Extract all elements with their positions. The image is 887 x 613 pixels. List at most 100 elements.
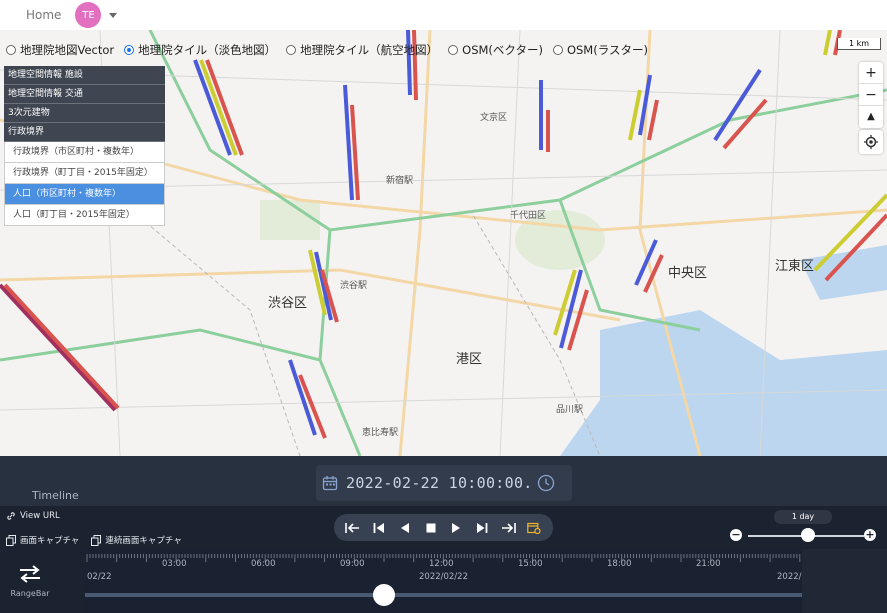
basemap-option-label: 地理院地図Vector [20,43,115,57]
label-minato: 港区 [456,352,483,367]
layer-panel: 地理空間情報 施設 地理空間情報 交通 3次元建物 行政境界 行政境界（市区町村… [4,66,165,226]
stop-button[interactable] [421,518,441,538]
layer-item-boundary-town[interactable]: 行政境界（町丁目・2015年固定） [4,163,165,184]
layer-group-admin-boundary[interactable]: 行政境界 [4,123,165,142]
park-area [260,200,320,240]
speed-decrease-button[interactable]: − [730,529,742,541]
tick-label: 18:00 [607,559,632,569]
swap-arrows-icon [20,564,40,583]
tick-label: 12:00 [429,559,454,569]
label-bunkyo: 文京区 [480,113,508,123]
basemap-option-0[interactable]: 地理院地図Vector [6,42,114,58]
radio-icon[interactable] [6,45,16,55]
date-label: 2022/ [777,572,802,582]
label-chuo: 中央区 [668,266,708,281]
bay-water [560,310,887,456]
play-icon [452,522,461,533]
label-koto: 江東区 [775,259,815,274]
jump-end-icon [502,522,516,533]
step-back-button[interactable] [369,518,389,538]
tick-label: 21:00 [696,559,721,569]
speed-slider-knob[interactable] [801,528,815,542]
step-back-icon [373,522,384,533]
clock-icon[interactable] [537,474,555,492]
basemap-option-2[interactable]: 地理院タイル（航空地図） [286,42,438,58]
calendar-icon[interactable] [322,475,338,491]
link-icon [7,512,15,520]
view-url-button[interactable]: View URL [6,511,60,521]
locate-button[interactable] [859,130,883,154]
zoom-controls: + − ▲ [859,62,883,128]
ruler-overflow [802,549,887,613]
step-forward-icon [477,522,488,533]
capture-button[interactable]: 画面キャプチャ [20,534,79,546]
layer-group-transport[interactable]: 地理空間情報 交通 [4,85,165,104]
basemap-option-1[interactable]: 地理院タイル（淡色地図） [124,42,276,58]
jump-start-button[interactable] [343,518,363,538]
rangebar-label: RangeBar [10,588,50,598]
basemap-option-4[interactable]: OSM(ラスター) [552,42,648,58]
basemap-option-3[interactable]: OSM(ベクター) [448,42,543,58]
copy-icon[interactable] [91,534,102,546]
basemap-option-label: 地理院タイル（淡色地図） [138,43,277,57]
date-label: 2022/02/22 [419,572,468,582]
capture-controls: 画面キャプチャ 連続画面キャプチャ [6,534,182,546]
range-settings-button[interactable] [524,518,544,538]
radio-icon[interactable] [552,45,563,55]
top-navbar: Home TE [0,0,887,30]
app-root: Home TE 渋谷区 港区 中央区 江東区 新宿駅 文京区 千代田区 恵比寿駅… [0,0,887,613]
compass-button[interactable]: ▲ [859,106,883,128]
zoom-out-button[interactable]: − [859,84,883,106]
radio-icon[interactable] [286,45,297,55]
range-slider-track[interactable] [85,593,802,597]
view-url-label: View URL [20,511,60,521]
tick-label: 15:00 [518,559,543,569]
playback-controls [334,514,553,541]
radio-checked-icon[interactable] [124,45,135,55]
current-datetime-box[interactable]: 2022-02-22 10:00:00. [316,465,572,501]
speed-label: 1 day [774,510,832,524]
layer-group-3d-buildings[interactable]: 3次元建物 [4,104,165,123]
layer-item-population-town[interactable]: 人口（町丁目・2015年固定） [4,205,165,226]
copy-icon[interactable] [6,534,16,546]
timeline-title: Timeline [32,489,79,502]
jump-start-icon [345,522,359,533]
rangebar-toggle-button[interactable]: RangeBar [0,549,60,613]
timeline-panel: Timeline 2022-02-22 10:00:00. View URL 画… [0,456,887,613]
tick-label: 03:00 [162,559,187,569]
map-view[interactable]: 渋谷区 港区 中央区 江東区 新宿駅 文京区 千代田区 恵比寿駅 渋谷駅 品川駅… [0,30,887,456]
label-shibuya-station: 渋谷駅 [340,281,368,291]
speed-increase-button[interactable]: + [864,529,876,541]
user-menu-caret-icon[interactable] [109,12,118,18]
home-link[interactable]: Home [26,8,61,22]
basemap-selector: 地理院地図Vector 地理院タイル（淡色地図） 地理院タイル（航空地図） OS… [6,42,648,58]
label-shibuya: 渋谷区 [268,296,308,311]
play-reverse-button[interactable] [395,518,415,538]
label-shinagawa: 品川駅 [556,405,584,415]
basemap-option-label: OSM(ラスター) [566,43,648,57]
step-forward-button[interactable] [472,518,492,538]
date-label: 02/22 [87,572,112,582]
range-bar-area: RangeBar 03:00 06:00 09:00 12:00 15:00 1… [0,549,887,613]
radio-icon[interactable] [448,45,459,55]
calendar-gear-icon [527,522,541,534]
continuous-capture-button[interactable]: 連続画面キャプチャ [105,534,181,546]
locate-icon [864,135,878,149]
layer-group-facilities[interactable]: 地理空間情報 施設 [4,66,165,85]
basemap-option-label: OSM(ベクター) [462,43,543,57]
layer-item-population-municipal[interactable]: 人口（市区町村・複数年） [4,184,165,205]
zoom-in-button[interactable]: + [859,62,883,84]
layer-item-boundary-municipal[interactable]: 行政境界（市区町村・複数年） [4,142,165,163]
play-reverse-icon [400,522,409,533]
user-avatar[interactable]: TE [75,2,102,28]
tick-label: 06:00 [251,559,276,569]
stop-icon [426,523,436,532]
play-button[interactable] [446,518,466,538]
range-slider-knob[interactable] [373,584,395,606]
jump-end-button[interactable] [498,518,518,538]
tick-label: 09:00 [340,559,365,569]
scale-bar: 1 km [837,38,881,50]
time-ruler[interactable]: 03:00 06:00 09:00 12:00 15:00 18:00 21:0… [85,549,802,613]
timeline-header: Timeline 2022-02-22 10:00:00. [0,456,887,506]
basemap-option-label: 地理院タイル（航空地図） [300,43,439,57]
